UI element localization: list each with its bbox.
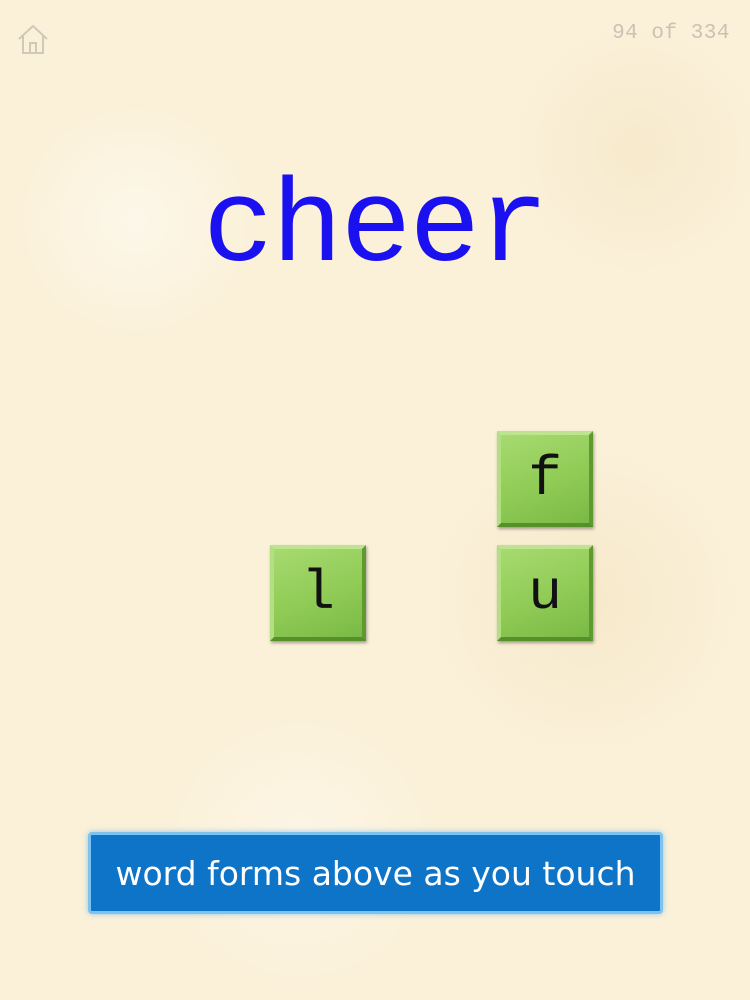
letter-tile-u[interactable]: u — [497, 545, 593, 641]
page-counter: 94 of 334 — [612, 22, 730, 45]
letter-tile-f[interactable]: f — [497, 431, 593, 527]
letter-tile-l[interactable]: l — [270, 545, 366, 641]
home-icon — [18, 24, 48, 54]
target-word: cheer — [202, 163, 549, 296]
instruction-banner: word forms above as you touch — [88, 832, 663, 914]
home-button[interactable] — [16, 22, 50, 56]
